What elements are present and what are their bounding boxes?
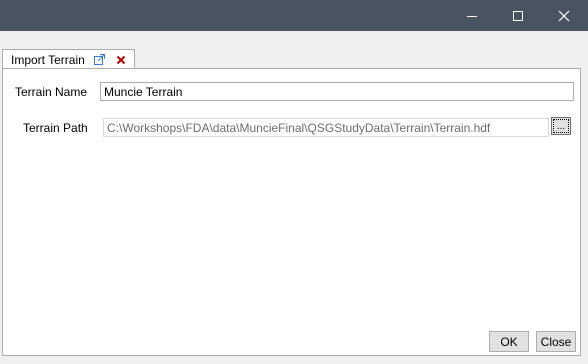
- tab-import-terrain[interactable]: Import Terrain: [2, 49, 135, 69]
- window-bottom-edge: [0, 356, 588, 364]
- terrain-name-field[interactable]: Muncie Terrain: [100, 82, 574, 101]
- window-titlebar: [0, 0, 588, 31]
- minimize-button[interactable]: [449, 0, 495, 31]
- tab-content-panel: [2, 68, 581, 356]
- maximize-button[interactable]: [495, 0, 541, 31]
- terrain-path-label: Terrain Path: [23, 121, 88, 135]
- close-button[interactable]: Close: [536, 331, 576, 352]
- browse-button[interactable]: ...: [551, 117, 571, 135]
- popout-icon[interactable]: [94, 54, 105, 68]
- ok-button[interactable]: OK: [489, 331, 529, 352]
- maximize-icon: [513, 10, 523, 21]
- tab-strip: [0, 31, 588, 49]
- terrain-path-field[interactable]: C:\Workshops\FDA\data\MuncieFinal\QSGStu…: [103, 118, 549, 137]
- close-icon: [558, 10, 570, 21]
- browse-button-label: ...: [556, 121, 566, 132]
- window-close-button[interactable]: [541, 0, 587, 31]
- terrain-name-label: Terrain Name: [15, 85, 88, 99]
- minimize-icon: [467, 15, 477, 17]
- close-tab-icon[interactable]: [116, 54, 126, 68]
- tab-label: Import Terrain: [11, 53, 85, 67]
